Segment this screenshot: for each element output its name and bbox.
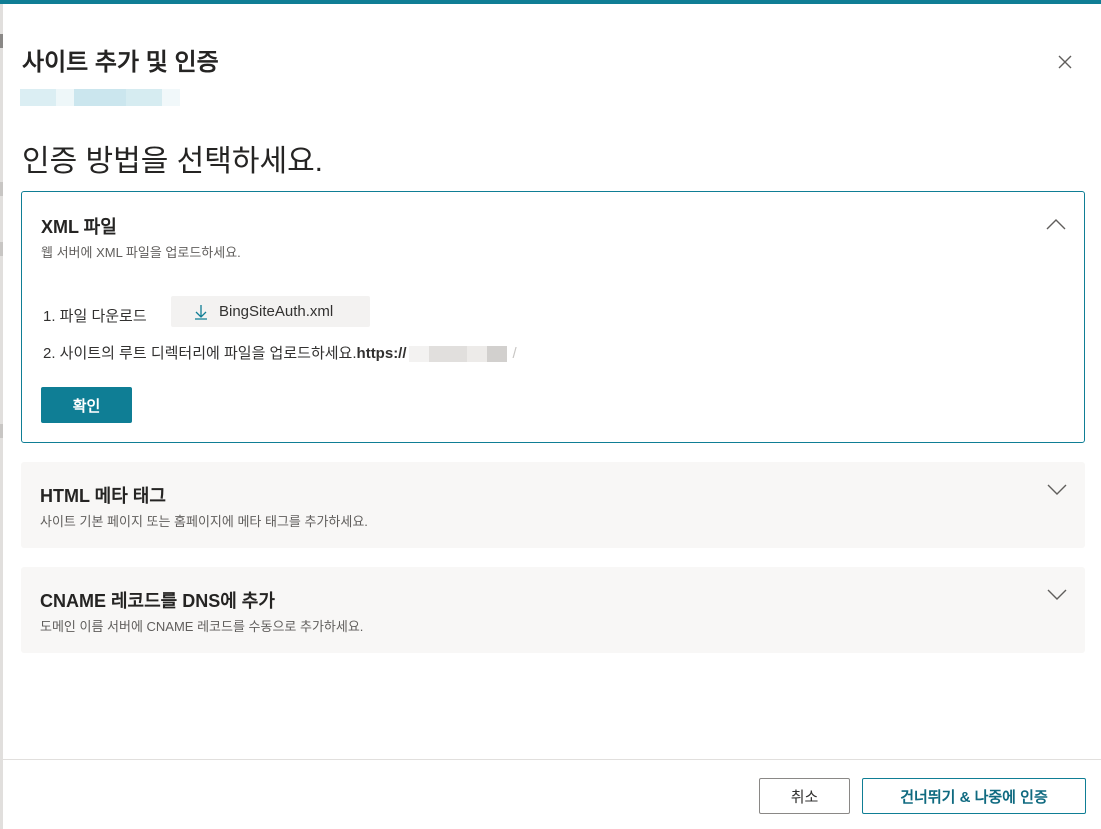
- method-title: HTML 메타 태그: [40, 486, 166, 506]
- step-upload-instructions: 2. 사이트의 루트 디렉터리에 파일을 업로드하세요.https:// /: [43, 342, 517, 363]
- dialog-title: 사이트 추가 및 인증: [22, 49, 219, 76]
- skip-verify-later-button[interactable]: 건너뛰기 & 나중에 인증: [862, 778, 1086, 814]
- chevron-down-icon: [1047, 589, 1067, 600]
- footer-divider: [3, 759, 1101, 760]
- download-file-name: BingSiteAuth.xml: [219, 303, 334, 320]
- chevron-up-icon: [1046, 219, 1066, 230]
- site-root-url-end: /: [512, 345, 517, 362]
- method-description: 도메인 이름 서버에 CNAME 레코드를 수동으로 추가하세요.: [40, 619, 364, 634]
- download-xml-button[interactable]: BingSiteAuth.xml: [171, 296, 370, 327]
- method-description: 웹 서버에 XML 파일을 업로드하세요.: [41, 245, 241, 260]
- method-title: CNAME 레코드를 DNS에 추가: [40, 591, 275, 611]
- method-card-cname-record[interactable]: CNAME 레코드를 DNS에 추가 도메인 이름 서버에 CNAME 레코드를…: [21, 567, 1085, 653]
- chevron-down-icon: [1047, 484, 1067, 495]
- step-upload-label: 2. 사이트의 루트 디렉터리에 파일을 업로드하세요.: [43, 345, 357, 362]
- close-icon: [1058, 55, 1072, 69]
- method-card-xml-file: XML 파일 웹 서버에 XML 파일을 업로드하세요. 1. 파일 다운로드 …: [21, 191, 1085, 443]
- add-and-verify-site-dialog: 사이트 추가 및 인증 인증 방법을 선택하세요. XML 파일 웹 서버에 X…: [3, 4, 1101, 829]
- cancel-button[interactable]: 취소: [759, 778, 850, 814]
- step-download-label: 1. 파일 다운로드: [43, 308, 147, 325]
- close-button[interactable]: [1053, 50, 1077, 74]
- method-card-html-meta-tag[interactable]: HTML 메타 태그 사이트 기본 페이지 또는 홈페이지에 메타 태그를 추가…: [21, 462, 1085, 548]
- site-root-url: https://: [356, 345, 407, 362]
- collapse-toggle[interactable]: [1046, 217, 1066, 231]
- expand-toggle[interactable]: [1047, 483, 1067, 497]
- method-title: XML 파일: [41, 217, 117, 237]
- site-url-redacted: [20, 89, 180, 106]
- method-description: 사이트 기본 페이지 또는 홈페이지에 메타 태그를 추가하세요.: [40, 514, 368, 529]
- site-root-url-redacted: [408, 346, 513, 363]
- expand-toggle[interactable]: [1047, 588, 1067, 602]
- confirm-button[interactable]: 확인: [41, 387, 132, 423]
- choose-method-heading: 인증 방법을 선택하세요.: [22, 145, 324, 178]
- download-icon: [195, 304, 207, 320]
